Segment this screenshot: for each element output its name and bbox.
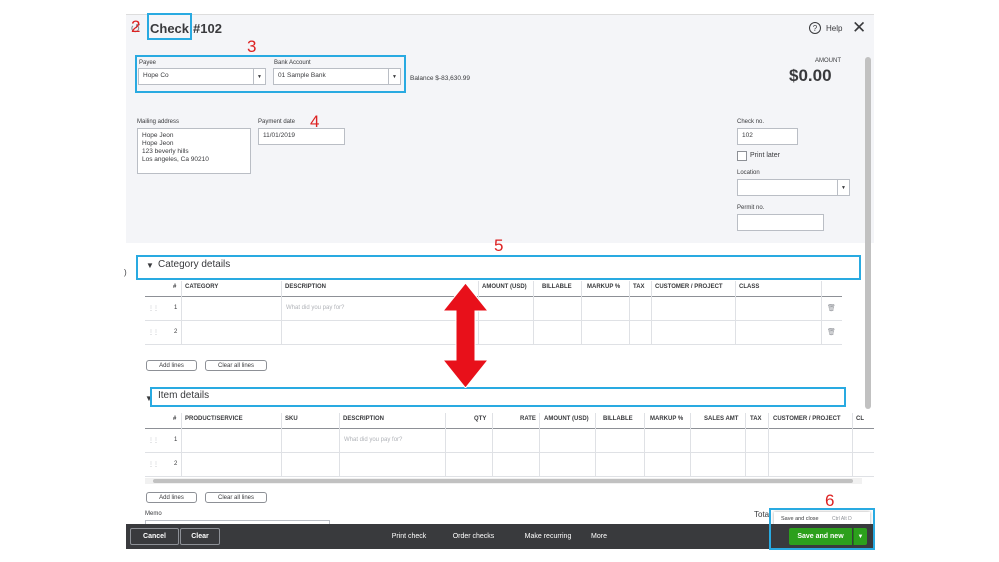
help-label[interactable]: Help: [826, 24, 842, 33]
mailing-address-label: Mailing address: [137, 119, 180, 125]
vertical-scrollbar[interactable]: [865, 57, 871, 409]
help-icon[interactable]: ?: [809, 22, 821, 34]
double-arrow-icon: [441, 283, 490, 388]
annotation-box-category: [136, 255, 861, 280]
col-header: MARKUP %: [650, 416, 684, 422]
check-no-field[interactable]: 102: [737, 128, 798, 145]
permit-no-field[interactable]: [737, 214, 824, 231]
row-number: 1: [174, 437, 178, 443]
row-number: 1: [174, 305, 178, 311]
description-placeholder[interactable]: What did you pay for?: [286, 305, 344, 311]
col-header: QTY: [474, 416, 487, 422]
print-later-checkbox[interactable]: [737, 151, 747, 161]
col-header: TAX: [633, 284, 645, 290]
col-header: DESCRIPTION: [285, 284, 327, 290]
check-number-title: #102: [193, 21, 222, 36]
drag-handle-icon[interactable]: ⋮⋮: [148, 437, 159, 444]
col-header: BILLABLE: [603, 416, 633, 422]
drag-handle-icon[interactable]: ⋮⋮: [148, 461, 159, 468]
annotation-box-payee: [135, 55, 406, 93]
cancel-button[interactable]: Cancel: [130, 528, 179, 545]
clear-button[interactable]: Clear: [180, 528, 220, 545]
mailing-line: Hope Jeon: [142, 140, 174, 147]
clear-all-lines-button[interactable]: Clear all lines: [205, 492, 267, 503]
row-number: 2: [174, 461, 178, 467]
clear-all-lines-button[interactable]: Clear all lines: [205, 360, 267, 371]
mailing-line: Los angeles, Ca 90210: [142, 156, 209, 163]
order-checks-button[interactable]: Order checks: [446, 528, 501, 545]
annotation-number: 2: [131, 17, 141, 36]
amount-label: AMOUNT: [815, 58, 841, 64]
annotation-box-item: [150, 387, 846, 407]
balance-text: Balance $-83,630.99: [410, 75, 470, 82]
mailing-line: 123 beverly hills: [142, 148, 189, 155]
table-row[interactable]: ⋮⋮ 1 What did you pay for?: [145, 429, 874, 452]
amount-value: $0.00: [789, 66, 832, 85]
table-row[interactable]: ⋮⋮ 2: [145, 453, 874, 476]
check-no-label: Check no.: [737, 119, 765, 125]
drag-handle-icon[interactable]: ⋮⋮: [148, 305, 159, 312]
trash-icon[interactable]: 🗑: [827, 328, 836, 336]
print-check-button[interactable]: Print check: [384, 528, 434, 545]
col-header: #: [173, 416, 177, 422]
col-header: TAX: [750, 416, 762, 422]
print-later-label[interactable]: Print later: [750, 152, 780, 159]
footer-bar: Cancel Clear Print check Order checks Ma…: [126, 524, 874, 549]
col-header: CL: [856, 416, 864, 422]
col-header: PRODUCT/SERVICE: [185, 416, 243, 422]
col-header: SALES AMT: [704, 416, 739, 422]
partial-paren-glyph: ): [124, 268, 127, 277]
annotation-box-title: [147, 13, 192, 40]
make-recurring-button[interactable]: Make recurring: [518, 528, 578, 545]
col-header: MARKUP %: [587, 284, 621, 290]
scrollbar-thumb[interactable]: [153, 479, 853, 483]
mailing-address-field[interactable]: Hope Jeon Hope Jeon 123 beverly hills Lo…: [137, 128, 251, 174]
chevron-down-icon[interactable]: ▼: [837, 180, 849, 195]
table-row[interactable]: ⋮⋮ 1 What did you pay for? 🗑: [145, 297, 842, 320]
mailing-line: Hope Jeon: [142, 132, 174, 139]
col-header: SKU: [285, 416, 298, 422]
row-divider: [145, 476, 874, 477]
row-number: 2: [174, 329, 178, 335]
add-lines-button[interactable]: Add lines: [146, 492, 197, 503]
payment-date-field[interactable]: 11/01/2019: [258, 128, 345, 145]
row-divider: [145, 344, 842, 345]
table-row[interactable]: ⋮⋮ 2 🗑: [145, 321, 842, 344]
col-header: AMOUNT (USD): [544, 416, 589, 422]
drag-handle-icon[interactable]: ⋮⋮: [148, 329, 159, 336]
col-header: DESCRIPTION: [343, 416, 385, 422]
horizontal-scrollbar[interactable]: [145, 478, 862, 484]
close-icon[interactable]: ✕: [852, 18, 866, 38]
col-header: CUSTOMER / PROJECT: [773, 416, 841, 422]
payment-date-label: Payment date: [258, 119, 296, 125]
description-placeholder[interactable]: What did you pay for?: [344, 437, 402, 443]
annotation-number: 5: [494, 236, 504, 255]
check-no-value: 102: [742, 132, 753, 139]
memo-label: Memo: [145, 511, 162, 517]
screenshot-stage: ↺ Check #102 ? Help ✕ AMOUNT $0.00 Payee…: [0, 0, 999, 562]
annotation-box-save: [769, 508, 875, 550]
add-lines-button[interactable]: Add lines: [146, 360, 197, 371]
permit-no-label: Permit no.: [737, 205, 765, 211]
check-window: ↺ Check #102 ? Help ✕ AMOUNT $0.00 Payee…: [126, 14, 874, 549]
col-header: CLASS: [739, 284, 760, 290]
col-header: BILLABLE: [542, 284, 572, 290]
more-button[interactable]: More: [588, 528, 610, 545]
trash-icon[interactable]: 🗑: [827, 304, 836, 312]
col-header: RATE: [520, 416, 536, 422]
annotation-number: 3: [247, 37, 257, 56]
location-select[interactable]: ▼: [737, 179, 850, 196]
col-header: #: [173, 284, 177, 290]
payment-date-value: 11/01/2019: [263, 132, 296, 139]
annotation-number: 4: [310, 112, 320, 131]
col-header: CATEGORY: [185, 284, 219, 290]
location-label: Location: [737, 170, 760, 176]
col-header: CUSTOMER / PROJECT: [655, 284, 723, 290]
